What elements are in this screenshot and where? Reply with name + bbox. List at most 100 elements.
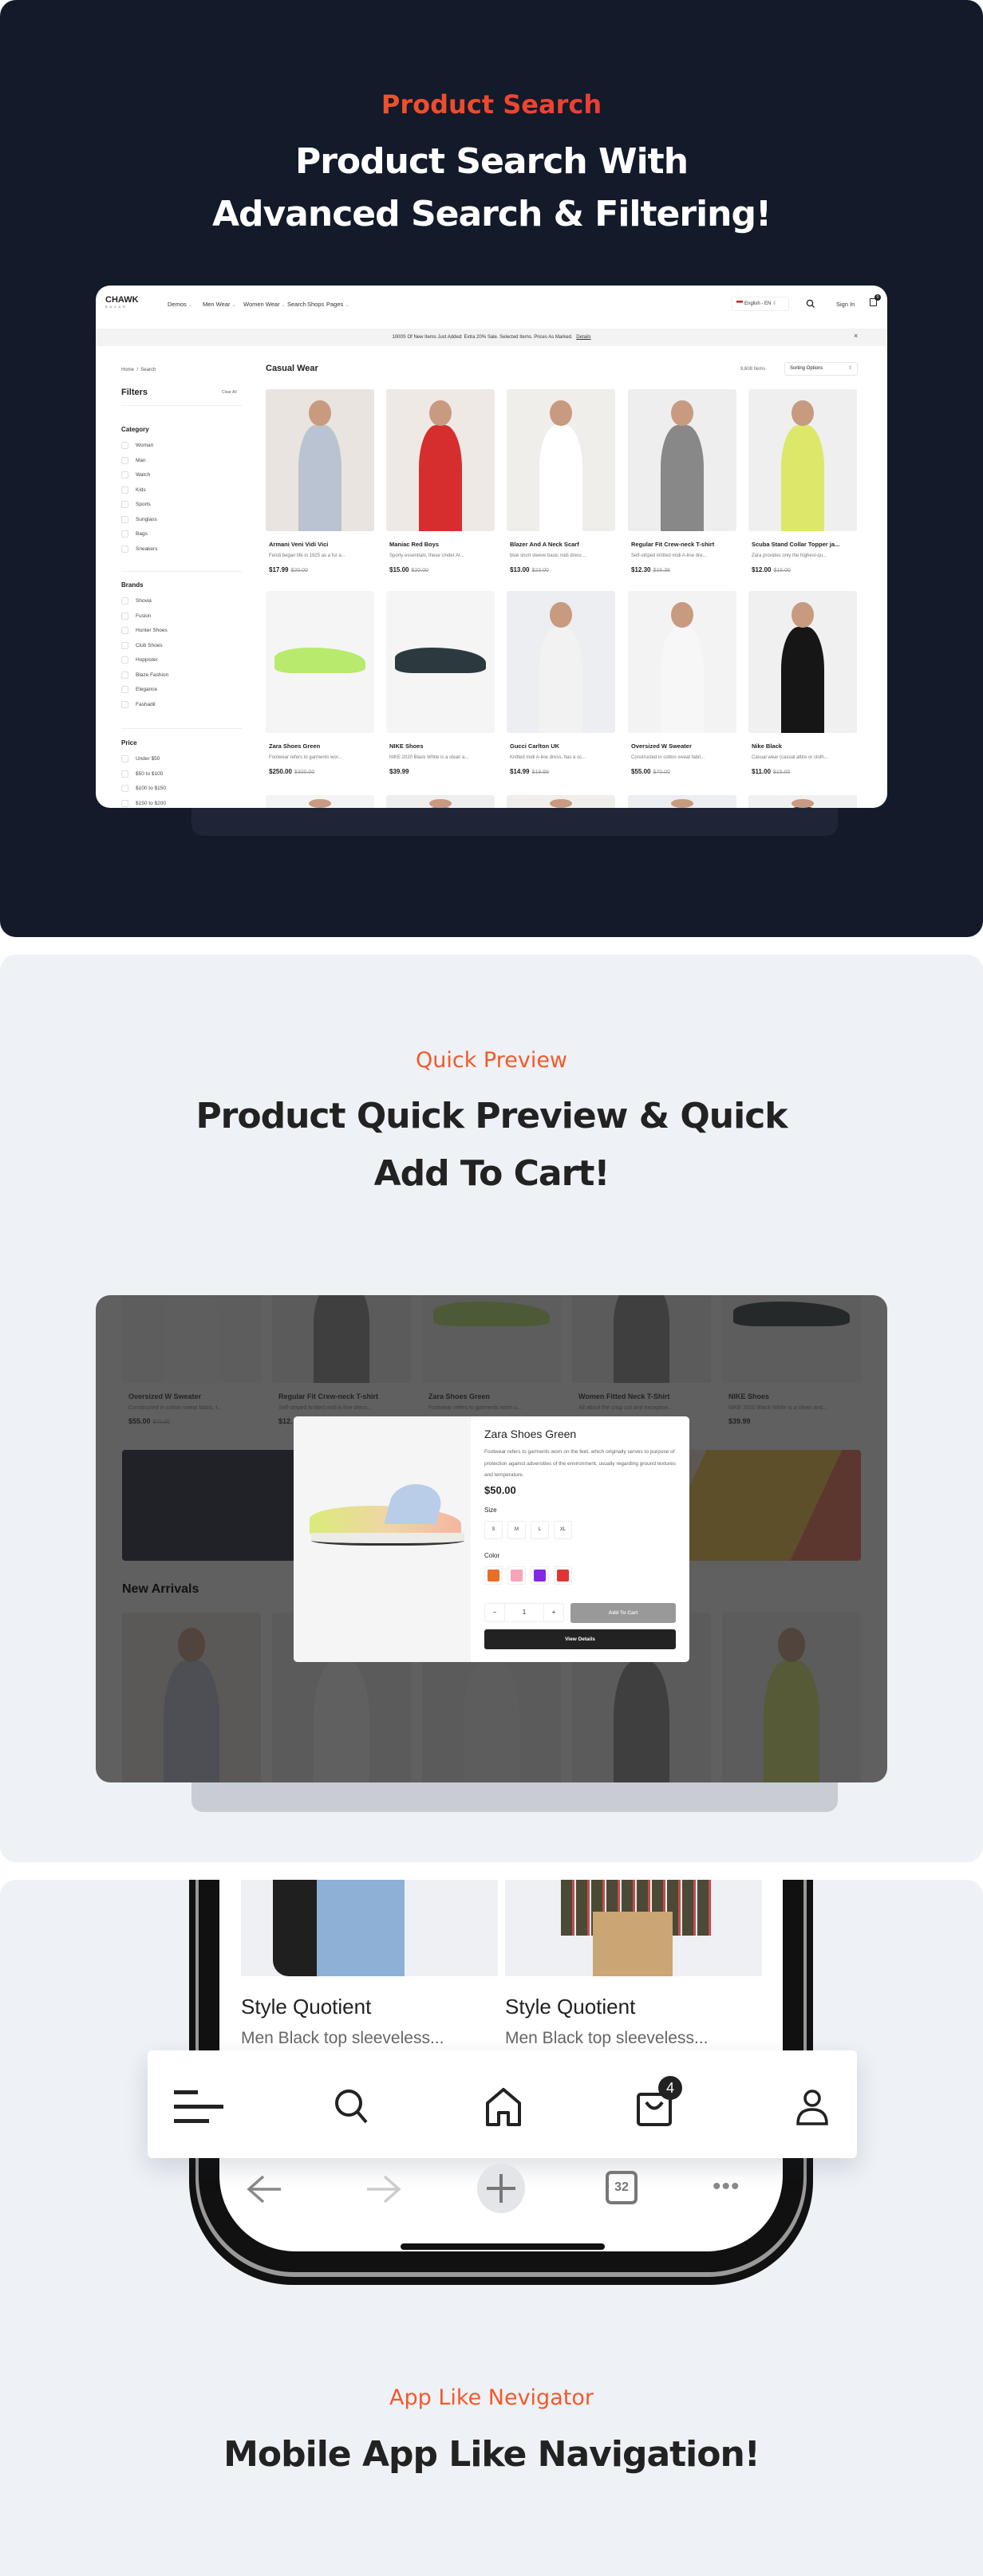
filter-option[interactable]: Sunglass: [121, 515, 157, 523]
product-image[interactable]: [266, 591, 374, 733]
product-image[interactable]: [748, 389, 857, 531]
product-image[interactable]: [628, 389, 736, 531]
checkbox[interactable]: [121, 486, 128, 494]
filter-option[interactable]: Hoppister: [121, 656, 158, 664]
nav-item[interactable]: Women Wear ⌄: [243, 301, 286, 308]
checkbox[interactable]: [121, 671, 128, 679]
checkbox[interactable]: [121, 471, 128, 479]
checkbox[interactable]: [121, 612, 128, 620]
size-option[interactable]: XL: [554, 1521, 572, 1539]
user-icon[interactable]: [795, 2089, 829, 2125]
filter-option[interactable]: Fusion: [121, 612, 152, 620]
product-image[interactable]: [748, 795, 857, 808]
size-option[interactable]: S: [484, 1521, 503, 1539]
product-title[interactable]: Oversized W Sweater: [631, 742, 692, 750]
color-swatch[interactable]: [554, 1566, 572, 1585]
filter-option[interactable]: Shovia: [121, 597, 152, 605]
nav-item[interactable]: Search: [287, 301, 306, 308]
filter-option[interactable]: Under $50: [121, 755, 160, 762]
sort-dropdown[interactable]: Sorting Options ⇕: [784, 362, 858, 376]
product-image[interactable]: [266, 795, 374, 808]
checkbox[interactable]: [121, 755, 128, 762]
back-arrow-icon[interactable]: [246, 2173, 282, 2205]
view-details-button[interactable]: View Details: [484, 1629, 676, 1649]
size-option[interactable]: L: [531, 1521, 549, 1539]
product-image[interactable]: [628, 795, 736, 808]
checkbox[interactable]: [121, 627, 128, 634]
checkbox[interactable]: [121, 770, 128, 778]
product-title[interactable]: Regular Fit Crew-neck T-shirt: [631, 541, 714, 548]
product-image[interactable]: [748, 591, 857, 733]
filter-option[interactable]: Blaze Fashion: [121, 671, 168, 679]
color-swatch[interactable]: [531, 1566, 549, 1585]
search-icon[interactable]: [806, 299, 815, 309]
checkbox[interactable]: [121, 456, 128, 464]
product-title[interactable]: Style Quotient: [241, 1995, 371, 2019]
nav-item[interactable]: Demos ⌄: [168, 301, 192, 308]
menu-icon[interactable]: [173, 2089, 224, 2124]
checkbox[interactable]: [121, 785, 128, 792]
filter-option[interactable]: Sports: [121, 501, 151, 508]
increase-button[interactable]: +: [543, 1604, 563, 1621]
product-title[interactable]: NIKE Shoes: [389, 742, 424, 750]
close-icon[interactable]: ×: [854, 332, 858, 340]
filter-option[interactable]: Elegance: [121, 686, 157, 693]
product-image[interactable]: [241, 1880, 498, 1976]
checkbox[interactable]: [121, 530, 128, 538]
product-image[interactable]: [505, 1880, 762, 1976]
checkbox[interactable]: [121, 501, 128, 508]
product-title[interactable]: Nike Black: [752, 742, 782, 750]
sign-in-link[interactable]: Sign In: [836, 301, 855, 308]
product-title[interactable]: Gucci Carlton UK: [510, 742, 559, 750]
product-image[interactable]: [386, 389, 495, 531]
filter-option[interactable]: $100 to $150: [121, 785, 166, 792]
checkbox[interactable]: [121, 799, 128, 807]
checkbox[interactable]: [121, 545, 128, 553]
filter-option[interactable]: Kids: [121, 486, 146, 494]
details-link[interactable]: Details: [576, 335, 590, 340]
breadcrumb-home[interactable]: Home: [121, 368, 134, 372]
color-swatch[interactable]: [484, 1566, 503, 1585]
checkbox[interactable]: [121, 686, 128, 693]
size-option[interactable]: M: [507, 1521, 526, 1539]
nav-item[interactable]: Men Wear ⌄: [203, 301, 236, 308]
decrease-button[interactable]: −: [485, 1604, 505, 1621]
checkbox[interactable]: [121, 515, 128, 523]
product-image[interactable]: [628, 591, 736, 733]
clear-all-button[interactable]: Clear All: [222, 390, 237, 395]
checkbox[interactable]: [121, 656, 128, 664]
add-to-cart-button[interactable]: Add To Cart: [570, 1603, 676, 1623]
product-title[interactable]: Blazer And A Neck Scarf: [510, 541, 579, 548]
filter-option[interactable]: Hunter Shoes: [121, 627, 168, 634]
search-icon[interactable]: [333, 2087, 371, 2125]
product-title[interactable]: Scuba Stand Collar Topper ja...: [752, 541, 839, 548]
filter-option[interactable]: $150 to $200: [121, 799, 166, 807]
filter-option[interactable]: $50 to $100: [121, 770, 163, 778]
more-options-icon[interactable]: •••: [713, 2175, 740, 2199]
filter-option[interactable]: Man: [121, 456, 146, 464]
product-image[interactable]: [507, 591, 615, 733]
product-image[interactable]: [507, 389, 615, 531]
product-title[interactable]: Zara Shoes Green: [269, 742, 320, 750]
filter-option[interactable]: Fashadil: [121, 700, 156, 708]
language-selector[interactable]: English - EN ⇕: [732, 297, 789, 311]
checkbox[interactable]: [121, 700, 128, 708]
filter-option[interactable]: Watch: [121, 471, 150, 479]
filter-option[interactable]: Bags: [121, 530, 148, 538]
product-image[interactable]: [507, 795, 615, 808]
logo[interactable]: CHAWK B A Z A R: [105, 295, 139, 309]
checkbox[interactable]: [121, 442, 128, 449]
product-image[interactable]: [386, 795, 495, 808]
color-swatch[interactable]: [507, 1566, 526, 1585]
product-image[interactable]: [266, 389, 374, 531]
product-image[interactable]: [386, 591, 495, 733]
product-title[interactable]: Armani Veni Vidi Vici: [269, 541, 328, 548]
filter-option[interactable]: Sneakers: [121, 545, 157, 553]
filter-option[interactable]: Woman: [121, 442, 153, 449]
checkbox[interactable]: [121, 597, 128, 605]
tab-count-button[interactable]: 32: [606, 2171, 638, 2204]
filter-option[interactable]: Club Shoes: [121, 641, 163, 649]
nav-item[interactable]: Shops: [307, 301, 324, 308]
quantity-value[interactable]: 1: [505, 1604, 543, 1621]
nav-item[interactable]: Pages ⌄: [326, 301, 349, 308]
